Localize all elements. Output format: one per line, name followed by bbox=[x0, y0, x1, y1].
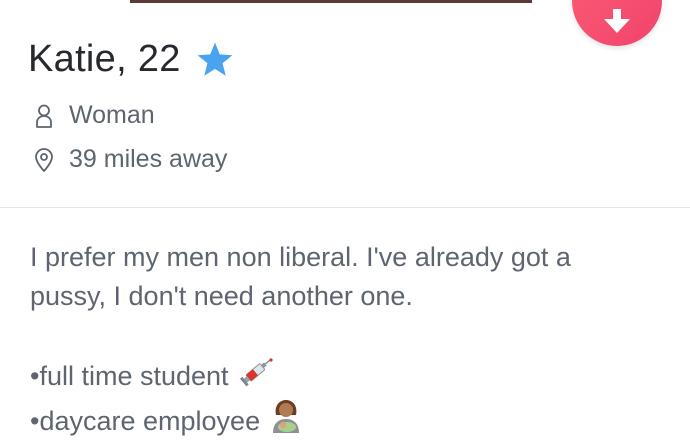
gender-text: Woman bbox=[69, 101, 155, 129]
woman-with-baby-icon bbox=[270, 399, 302, 444]
bio-line: pussy, I don't need another one. bbox=[30, 281, 413, 311]
profile-photo-edge bbox=[130, 0, 532, 3]
profile-name-age: Katie, 22 bbox=[28, 37, 181, 80]
collapse-profile-button[interactable] bbox=[572, 0, 662, 46]
distance-row: 39 miles away bbox=[33, 145, 227, 174]
bio-bullet: •daycare employee bbox=[30, 399, 670, 444]
syringe-icon bbox=[239, 354, 275, 399]
distance-text: 39 miles away bbox=[69, 145, 228, 173]
profile-header: Katie, 22 bbox=[28, 34, 235, 84]
bio-bullet-text: •full time student bbox=[30, 361, 229, 391]
star-icon bbox=[197, 42, 233, 76]
person-icon bbox=[33, 103, 55, 129]
section-divider bbox=[0, 207, 690, 208]
arrow-down-icon bbox=[604, 9, 630, 33]
bio-bullet: •full time student bbox=[30, 354, 670, 399]
bio-line: I prefer my men non liberal. I've alread… bbox=[30, 242, 571, 272]
bio-bullet-text: •daycare employee bbox=[30, 406, 261, 436]
gender-row: Woman bbox=[33, 101, 155, 130]
location-pin-icon bbox=[33, 147, 55, 173]
profile-bio: I prefer my men non liberal. I've alread… bbox=[30, 238, 670, 444]
